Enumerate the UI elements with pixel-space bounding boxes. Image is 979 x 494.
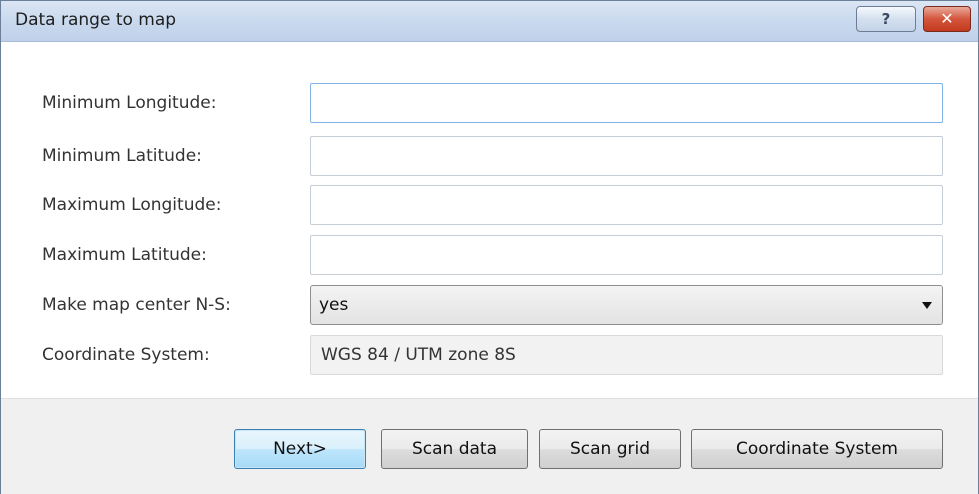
row-min-latitude: Minimum Latitude: — [1, 135, 978, 177]
button-bar: Next> Scan data Scan grid Coordinate Sys… — [1, 398, 978, 494]
max-longitude-label: Maximum Longitude: — [42, 195, 222, 215]
min-longitude-label: Minimum Longitude: — [42, 93, 217, 113]
min-latitude-label: Minimum Latitude: — [42, 146, 202, 166]
help-button[interactable]: ? — [856, 6, 916, 32]
coordinate-system-value: WGS 84 / UTM zone 8S — [310, 335, 943, 375]
max-latitude-label: Maximum Latitude: — [42, 245, 207, 265]
max-longitude-input[interactable] — [310, 185, 943, 225]
help-icon: ? — [881, 10, 891, 28]
map-center-label: Make map center N-S: — [42, 295, 231, 315]
coordinate-system-label: Coordinate System: — [42, 345, 210, 365]
map-center-select[interactable]: yes — [310, 285, 943, 325]
coordinate-system-button[interactable]: Coordinate System — [691, 429, 943, 469]
scan-data-button[interactable]: Scan data — [381, 429, 528, 469]
row-coordinate-system: Coordinate System: WGS 84 / UTM zone 8S — [1, 334, 978, 376]
min-longitude-input[interactable] — [310, 83, 943, 123]
form-area: Minimum Longitude: Minimum Latitude: Max… — [1, 42, 978, 398]
scan-grid-button[interactable]: Scan grid — [539, 429, 681, 469]
row-max-longitude: Maximum Longitude: — [1, 184, 978, 226]
close-icon: ✕ — [940, 9, 954, 28]
dialog-window: Data range to map ? ✕ Minimum Longitude:… — [0, 0, 979, 494]
map-center-selected-value: yes — [319, 295, 349, 315]
close-button[interactable]: ✕ — [923, 6, 971, 32]
chevron-down-icon — [922, 302, 932, 309]
window-title: Data range to map — [15, 10, 177, 30]
row-max-latitude: Maximum Latitude: — [1, 234, 978, 276]
max-latitude-input[interactable] — [310, 235, 943, 275]
next-button[interactable]: Next> — [234, 429, 366, 469]
title-bar[interactable]: Data range to map ? ✕ — [1, 1, 978, 42]
row-map-center: Make map center N-S: yes — [1, 284, 978, 326]
min-latitude-input[interactable] — [310, 136, 943, 176]
row-min-longitude: Minimum Longitude: — [1, 82, 978, 124]
